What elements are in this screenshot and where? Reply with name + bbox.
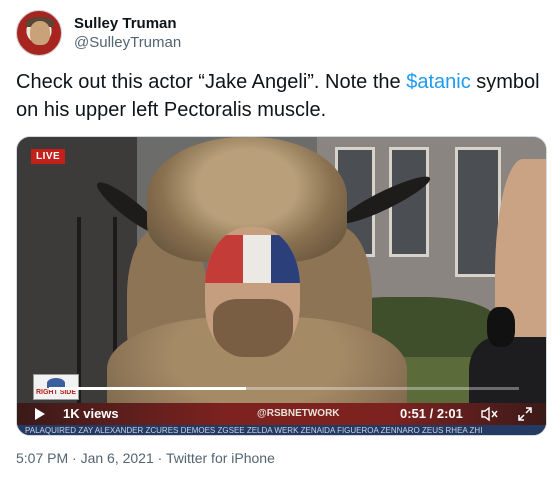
mute-icon[interactable] <box>481 406 499 422</box>
face-paint-red <box>205 235 245 283</box>
video-progress-bar[interactable] <box>49 387 519 390</box>
author-names: Sulley Truman @SulleyTruman <box>74 14 181 52</box>
user-handle[interactable]: @SulleyTruman <box>74 33 181 52</box>
beard <box>213 299 293 357</box>
video-player[interactable]: LIVE RIGHT SIDE 1K views @RSBNETWORK 0:5… <box>16 136 547 436</box>
view-count: 1K views <box>63 406 119 421</box>
live-badge: LIVE <box>31 149 66 164</box>
microphone <box>487 307 515 347</box>
tweet-header: Sulley Truman @SulleyTruman <box>16 10 181 56</box>
channel-logo-text: RIGHT SIDE <box>35 389 77 396</box>
video-controls: 1K views @RSBNETWORK 0:51 / 2:01 <box>17 403 546 425</box>
avatar-face-shape <box>30 21 50 45</box>
painted-face <box>205 227 300 357</box>
display-name[interactable]: Sulley Truman <box>74 14 181 33</box>
video-time: 0:51 / 2:01 <box>400 406 463 421</box>
play-icon[interactable] <box>35 408 45 420</box>
face-paint-blue <box>271 235 300 283</box>
tweet-timestamp[interactable]: 5:07 PM · Jan 6, 2021 · Twitter for iPho… <box>16 450 275 466</box>
network-watermark: @RSBNETWORK <box>257 408 340 419</box>
tweet-text-before: Check out this actor “Jake Angeli”. Note… <box>16 71 407 93</box>
face-paint-white <box>243 235 273 283</box>
avatar[interactable] <box>16 10 62 56</box>
video-progress-fill <box>49 387 247 390</box>
tweet-text: Check out this actor “Jake Angeli”. Note… <box>16 68 546 124</box>
cashtag-link[interactable]: $atanic <box>406 71 471 93</box>
news-ticker: PALAQUIRED ZAY ALEXANDER ZCURES DEMOES Z… <box>17 425 546 435</box>
expand-icon[interactable] <box>517 406 533 422</box>
background-window <box>455 147 501 277</box>
